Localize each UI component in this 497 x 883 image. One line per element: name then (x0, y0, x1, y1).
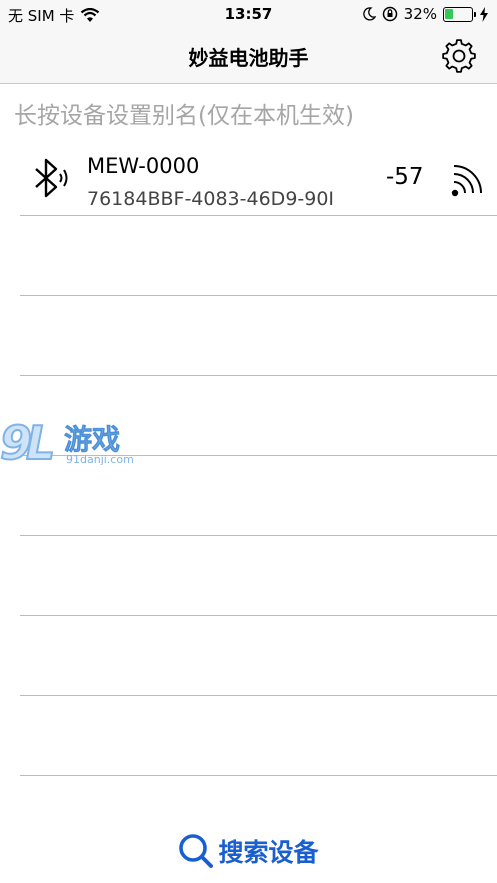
status-bar: 无 SIM 卡 13:57 32% (0, 0, 497, 28)
device-uuid: 76184BBF-4083-46D9-90I (87, 188, 335, 210)
watermark-site: 91danji.com (66, 453, 134, 466)
empty-row (20, 216, 497, 296)
watermark-logo: 9 L 游戏 91danji.com (0, 415, 134, 471)
watermark-brand: 游戏 (64, 423, 120, 456)
device-name: MEW-0000 (87, 154, 200, 178)
bluetooth-icon (35, 158, 68, 198)
charging-bolt-icon (480, 6, 488, 22)
status-right: 32% (362, 5, 489, 23)
device-row[interactable]: MEW-0000 76184BBF-4083-46D9-90I -57 (20, 136, 497, 216)
empty-row (20, 616, 497, 696)
gear-icon[interactable] (441, 38, 477, 74)
battery-percent: 32% (403, 5, 437, 23)
long-press-hint: 长按设备设置别名(仅在本机生效) (14, 103, 354, 129)
empty-row (20, 696, 497, 776)
nav-bar: 妙益电池助手 (0, 28, 497, 84)
search-icon (179, 834, 214, 868)
page-title: 妙益电池助手 (188, 46, 309, 70)
orientation-lock-icon (382, 6, 397, 22)
moon-icon (362, 7, 376, 21)
screen: 无 SIM 卡 13:57 32% 妙益电池助手 长按设备设置别名(仅在本机生效… (0, 0, 497, 883)
empty-row (20, 536, 497, 616)
search-devices-button[interactable]: 搜索设备 (0, 830, 497, 872)
empty-row (20, 296, 497, 376)
battery-fill (445, 8, 453, 19)
svg-text:L: L (26, 416, 55, 470)
search-devices-label: 搜索设备 (218, 838, 319, 867)
device-rssi: -57 (386, 164, 424, 190)
battery-icon (443, 6, 476, 22)
signal-strength-icon (451, 165, 482, 197)
